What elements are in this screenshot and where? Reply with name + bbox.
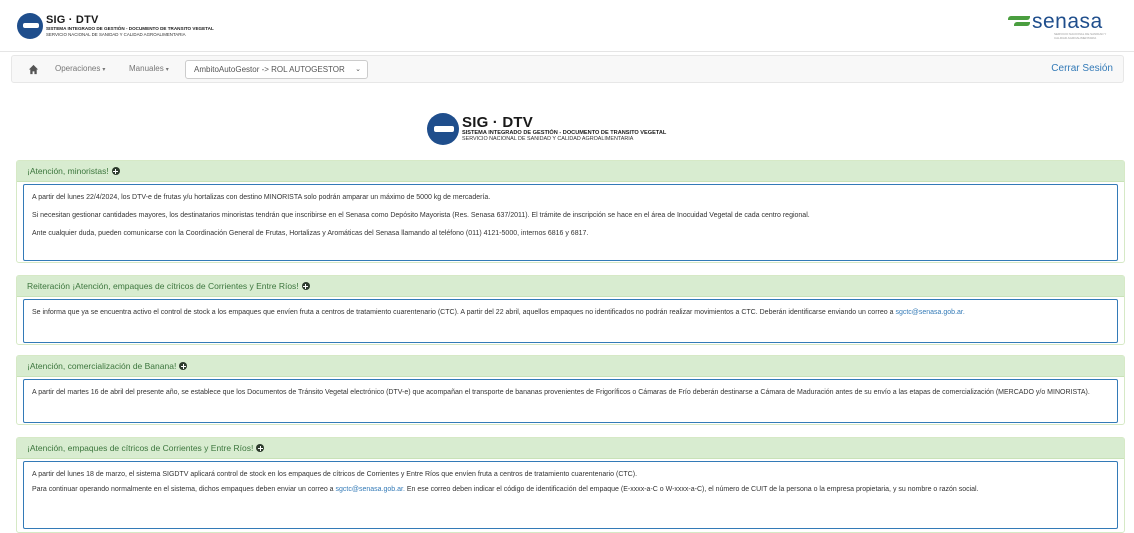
panel-paragraph: Para continuar operando normalmente en e… [32, 484, 1109, 495]
role-select-value: AmbitoAutoGestor -> ROL AUTOGESTOR [194, 65, 345, 74]
panel-paragraph: A partir del martes 16 de abril del pres… [32, 389, 1090, 396]
center-logo-subtitle-2: SERVICIO NACIONAL DE SANIDAD Y CALIDAD A… [462, 136, 634, 143]
expand-icon[interactable] [179, 362, 188, 370]
senasa-logo: senasa SERVICIO NACIONAL DE SANIDAD Y CA… [1008, 10, 1118, 40]
panel-body: A partir del martes 16 de abril del pres… [23, 379, 1118, 423]
email-link[interactable]: sgctc@senasa.gob.ar. [895, 309, 964, 316]
panel-paragraph: A partir del lunes 22/4/2024, los DTV-e … [32, 194, 491, 201]
navbar: Operaciones ▾ Manuales ▾ AmbitoAutoGestor … [11, 55, 1124, 83]
panel-title: Reiteración ¡Atención, empaques de cítri… [27, 281, 299, 291]
panel-title: ¡Atención, comercialización de Banana! [27, 361, 177, 371]
menu-operaciones[interactable]: Operaciones ▾ [55, 64, 105, 73]
center-logo-title: SIG · DTV [462, 113, 533, 131]
top-header: SIG · DTV SISTEMA INTEGRADO DE GESTIÓN -… [0, 0, 1134, 52]
panel-body: A partir del lunes 22/4/2024, los DTV-e … [23, 184, 1118, 261]
notice-panel-minoristas: ¡Atención, minoristas! A partir del lune… [16, 160, 1125, 263]
senasa-wordmark: senasa [1032, 10, 1103, 33]
sig-dtv-logo-mark [17, 13, 43, 39]
caret-down-icon: ▾ [102, 67, 106, 73]
home-icon[interactable] [28, 64, 39, 75]
panel-body: Se informa que ya se encuentra activo el… [23, 299, 1118, 343]
sig-dtv-logo[interactable]: SIG · DTV SISTEMA INTEGRADO DE GESTIÓN -… [17, 13, 214, 39]
caret-down-icon: ▾ [165, 67, 169, 73]
menu-manuales[interactable]: Manuales ▾ [129, 64, 169, 73]
panel-header[interactable]: ¡Atención, empaques de cítricos de Corri… [17, 438, 1124, 459]
expand-icon[interactable] [256, 444, 265, 452]
panel-paragraph: Ante cualquier duda, pueden comunicarse … [32, 230, 589, 237]
panel-body: A partir del lunes 18 de marzo, el siste… [23, 461, 1118, 529]
panel-paragraph: Se informa que ya se encuentra activo el… [32, 307, 1109, 318]
email-link[interactable]: sgctc@senasa.gob.ar. [336, 486, 405, 493]
role-select[interactable]: AmbitoAutoGestor -> ROL AUTOGESTOR ⌄ [185, 60, 368, 79]
senasa-tagline: SERVICIO NACIONAL DE SANIDAD Y CALIDAD A… [1054, 32, 1107, 40]
chevron-down-icon: ⌄ [355, 66, 361, 73]
expand-icon[interactable] [301, 282, 310, 290]
logout-link[interactable]: Cerrar Sesión [1051, 63, 1113, 74]
panel-header[interactable]: ¡Atención, minoristas! [17, 161, 1124, 182]
logo-title: SIG · DTV [46, 14, 99, 27]
notice-panel-citricos: ¡Atención, empaques de cítricos de Corri… [16, 437, 1125, 533]
notice-panel-reiteracion-citricos: Reiteración ¡Atención, empaques de cítri… [16, 275, 1125, 345]
panel-text: Para continuar operando normalmente en e… [32, 486, 334, 493]
center-sig-dtv-logo: SIG · DTV SISTEMA INTEGRADO DE GESTIÓN -… [427, 113, 666, 145]
menu-operaciones-label: Operaciones [55, 64, 101, 73]
panel-paragraph: A partir del lunes 18 de marzo, el siste… [32, 471, 638, 478]
panel-paragraph: Si necesitan gestionar cantidades mayore… [32, 212, 810, 219]
panel-text: Se informa que ya se encuentra activo el… [32, 309, 894, 316]
menu-manuales-label: Manuales [129, 64, 164, 73]
panel-title: ¡Atención, empaques de cítricos de Corri… [27, 443, 254, 453]
notice-panel-banana: ¡Atención, comercialización de Banana! A… [16, 355, 1125, 425]
expand-icon[interactable] [111, 167, 120, 175]
sig-dtv-logo-mark [427, 113, 459, 145]
logo-subtitle-1: SISTEMA INTEGRADO DE GESTIÓN - DOCUMENTO… [46, 26, 214, 32]
logo-subtitle-2: SERVICIO NACIONAL DE SANIDAD Y CALIDAD A… [46, 31, 186, 37]
senasa-mark-icon [1008, 16, 1030, 28]
panel-text: En ese correo deben indicar el código de… [406, 486, 979, 493]
panel-title: ¡Atención, minoristas! [27, 166, 109, 176]
panel-header[interactable]: Reiteración ¡Atención, empaques de cítri… [17, 276, 1124, 297]
panel-header[interactable]: ¡Atención, comercialización de Banana! [17, 356, 1124, 377]
